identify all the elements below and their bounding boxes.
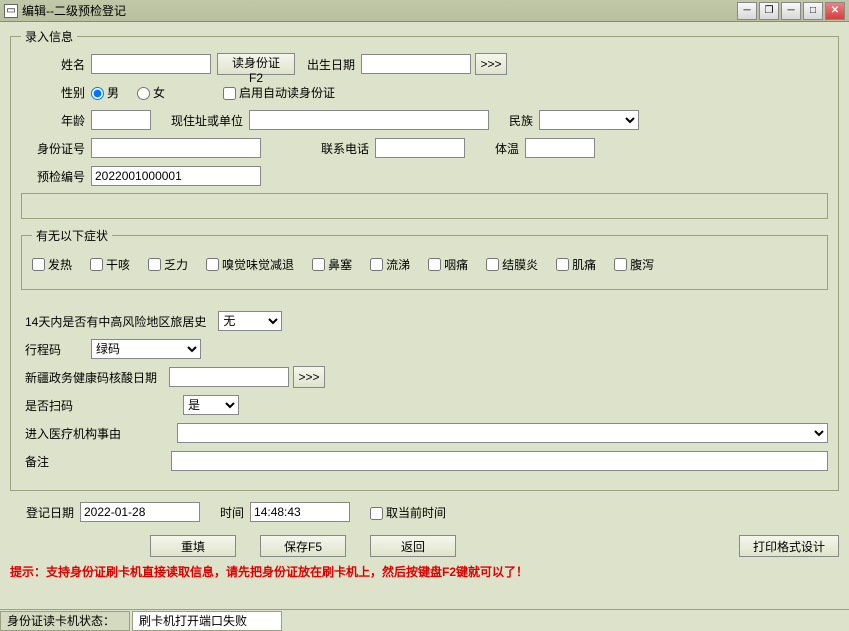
travel14-label: 14天内是否有中高风险地区旅居史	[21, 313, 212, 330]
regdate-label: 登记日期	[10, 504, 80, 521]
window-title: 编辑--二级预检登记	[22, 2, 737, 19]
input-info-legend: 录入信息	[21, 28, 77, 45]
symptom-checkbox-7[interactable]	[486, 258, 499, 271]
auto-read-option[interactable]: 启用自动读身份证	[223, 84, 335, 101]
symptoms-group: 有无以下症状 发热 干咳 乏力 嗅觉味觉减退 鼻塞 流涕 咽痛 结膜炎 肌痛 腹泻	[21, 227, 828, 290]
age-input[interactable]	[91, 110, 151, 130]
print-design-button[interactable]: 打印格式设计	[739, 535, 839, 557]
idno-input[interactable]	[91, 138, 261, 158]
gender-label: 性别	[21, 84, 91, 101]
address-label: 现住址或单位	[171, 112, 249, 129]
nation-select[interactable]	[539, 110, 639, 130]
symptom-item-6[interactable]: 咽痛	[428, 256, 468, 273]
isscan-select[interactable]: 是	[183, 395, 239, 415]
symptom-label-4: 鼻塞	[328, 256, 352, 273]
symptom-label-0: 发热	[48, 256, 72, 273]
titlebar: ▭ 编辑--二级预检登记 ─ ❐ ─ □ ✕	[0, 0, 849, 22]
remark-input[interactable]	[171, 451, 828, 471]
temp-label: 体温	[495, 140, 525, 157]
phone-input[interactable]	[375, 138, 465, 158]
read-id-button[interactable]: 读身份证F2	[217, 53, 295, 75]
birth-picker-button[interactable]: >>>	[475, 53, 507, 75]
symptom-label-1: 干咳	[106, 256, 130, 273]
symptom-item-8[interactable]: 肌痛	[556, 256, 596, 273]
nucleic-date-label: 新疆政务健康码核酸日期	[21, 369, 163, 386]
symptom-label-9: 腹泻	[630, 256, 654, 273]
symptom-checkbox-1[interactable]	[90, 258, 103, 271]
gender-female-option[interactable]: 女	[137, 84, 165, 101]
time-input[interactable]	[250, 502, 350, 522]
symptom-item-9[interactable]: 腹泻	[614, 256, 654, 273]
phone-label: 联系电话	[321, 140, 375, 157]
symptoms-legend: 有无以下症状	[32, 227, 112, 244]
close-button[interactable]: ✕	[825, 2, 845, 20]
use-current-option[interactable]: 取当前时间	[370, 504, 446, 521]
statusbar: 身份证读卡机状态： 刷卡机打开端口失败	[0, 609, 849, 631]
tripcode-select[interactable]: 绿码	[91, 339, 201, 359]
symptom-checkbox-9[interactable]	[614, 258, 627, 271]
symptom-item-7[interactable]: 结膜炎	[486, 256, 538, 273]
spacer-box	[21, 193, 828, 219]
symptom-item-3[interactable]: 嗅觉味觉减退	[206, 256, 294, 273]
birth-input[interactable]	[361, 54, 471, 74]
symptom-item-4[interactable]: 鼻塞	[312, 256, 352, 273]
symptom-checkbox-5[interactable]	[370, 258, 383, 271]
minimize2-button[interactable]: ─	[781, 2, 801, 20]
symptom-label-8: 肌痛	[572, 256, 596, 273]
nucleic-date-input[interactable]	[169, 367, 289, 387]
minimize-button[interactable]: ─	[737, 2, 757, 20]
tip-text: 提示：支持身份证刷卡机直接读取信息，请先把身份证放在刷卡机上，然后按键盘F2键就…	[10, 563, 839, 580]
input-info-group: 录入信息 姓名 读身份证F2 出生日期 >>> 性别 男 女 启用自动读身份证 …	[10, 28, 839, 491]
symptom-item-5[interactable]: 流涕	[370, 256, 410, 273]
age-label: 年龄	[21, 112, 91, 129]
symptom-checkbox-6[interactable]	[428, 258, 441, 271]
app-icon: ▭	[4, 4, 18, 18]
address-input[interactable]	[249, 110, 489, 130]
back-button[interactable]: 返回	[370, 535, 456, 557]
idno-label: 身份证号	[21, 140, 91, 157]
tripcode-label: 行程码	[21, 341, 91, 358]
symptom-checkbox-8[interactable]	[556, 258, 569, 271]
symptom-item-0[interactable]: 发热	[32, 256, 72, 273]
travel14-select[interactable]: 无	[218, 311, 282, 331]
precheck-input[interactable]	[91, 166, 261, 186]
symptom-checkbox-3[interactable]	[206, 258, 219, 271]
symptom-checkbox-2[interactable]	[148, 258, 161, 271]
restore-button[interactable]: ❐	[759, 2, 779, 20]
nation-label: 民族	[509, 112, 539, 129]
symptom-label-3: 嗅觉味觉减退	[222, 256, 294, 273]
symptom-checkbox-4[interactable]	[312, 258, 325, 271]
gender-male-option[interactable]: 男	[91, 84, 119, 101]
reason-select[interactable]	[177, 423, 828, 443]
time-label: 时间	[220, 504, 250, 521]
symptom-label-2: 乏力	[164, 256, 188, 273]
reset-button[interactable]: 重填	[150, 535, 236, 557]
auto-read-checkbox[interactable]	[223, 87, 236, 100]
symptom-item-2[interactable]: 乏力	[148, 256, 188, 273]
temp-input[interactable]	[525, 138, 595, 158]
use-current-checkbox[interactable]	[370, 507, 383, 520]
isscan-label: 是否扫码	[21, 397, 91, 414]
symptom-label-5: 流涕	[386, 256, 410, 273]
status-value: 刷卡机打开端口失败	[132, 611, 282, 631]
name-label: 姓名	[21, 56, 91, 73]
name-input[interactable]	[91, 54, 211, 74]
nucleic-date-picker-button[interactable]: >>>	[293, 366, 325, 388]
status-label: 身份证读卡机状态：	[0, 611, 130, 631]
birth-label: 出生日期	[307, 56, 361, 73]
symptom-item-1[interactable]: 干咳	[90, 256, 130, 273]
symptom-checkbox-0[interactable]	[32, 258, 45, 271]
gender-female-radio[interactable]	[137, 87, 150, 100]
symptom-label-6: 咽痛	[444, 256, 468, 273]
remark-label: 备注	[21, 453, 91, 470]
reason-label: 进入医疗机构事由	[21, 425, 127, 442]
regdate-input[interactable]	[80, 502, 200, 522]
save-button[interactable]: 保存F5	[260, 535, 346, 557]
gender-male-radio[interactable]	[91, 87, 104, 100]
precheck-label: 预检编号	[21, 168, 91, 185]
maximize-button[interactable]: □	[803, 2, 823, 20]
symptom-label-7: 结膜炎	[502, 256, 538, 273]
